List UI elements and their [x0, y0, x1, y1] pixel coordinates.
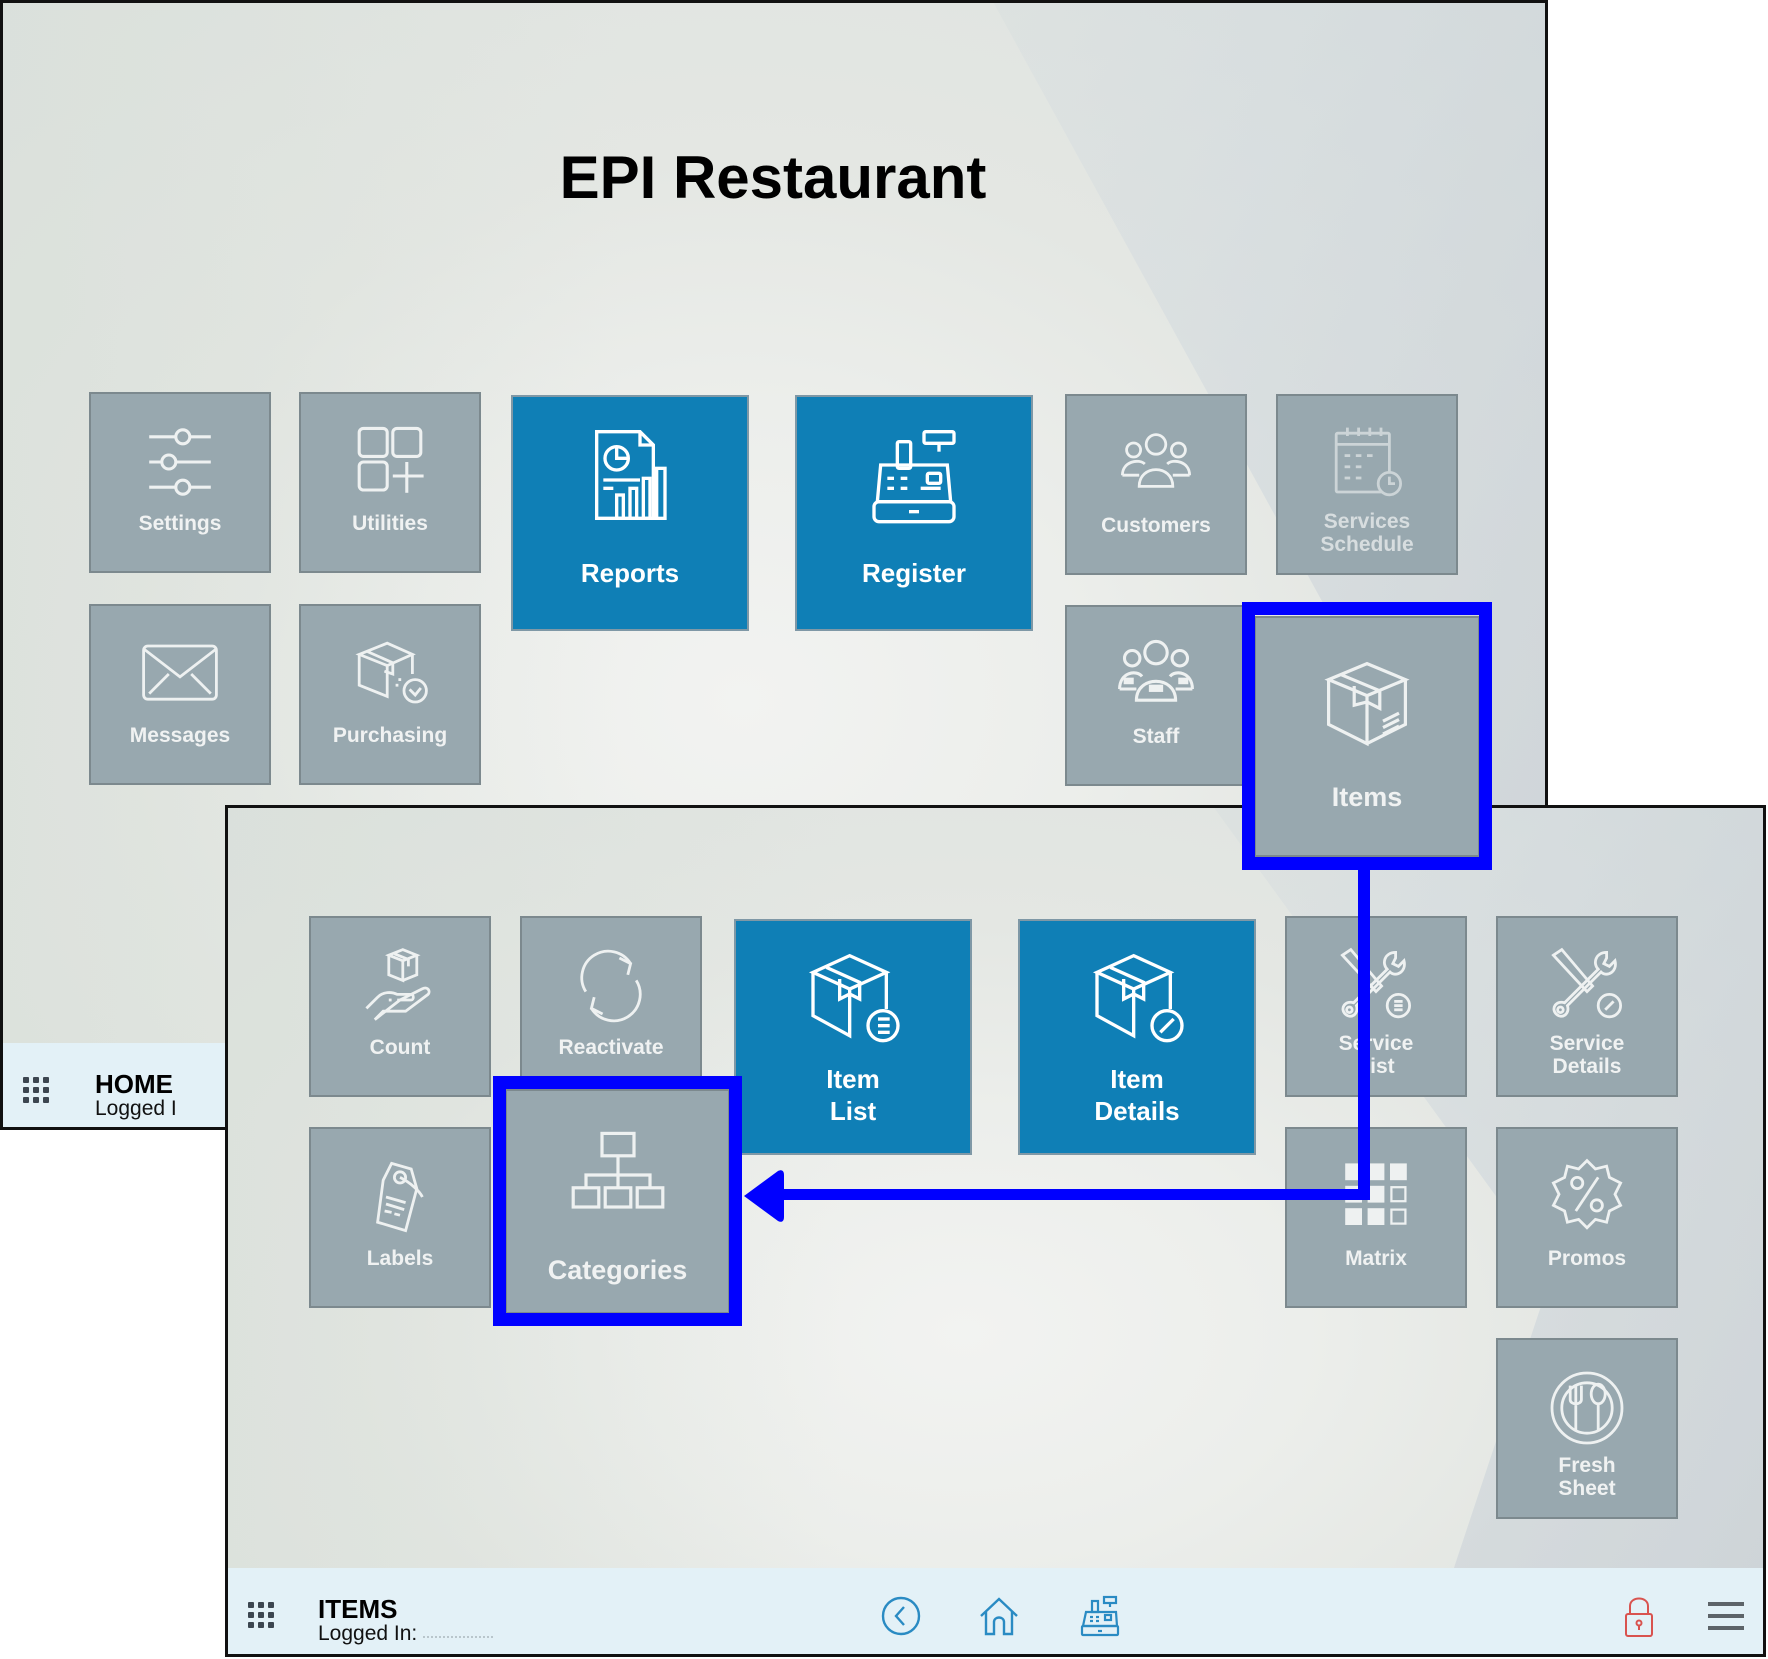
tile-label: Service List	[1338, 1032, 1414, 1078]
box-list-icon	[803, 949, 903, 1049]
items-bottom-bar: ITEMS Logged In:	[228, 1568, 1763, 1654]
calendar-clock-icon	[1325, 422, 1409, 506]
lock-icon[interactable]	[1617, 1594, 1661, 1638]
box-check-icon	[348, 632, 432, 716]
register-icon[interactable]	[1078, 1594, 1122, 1638]
app-title: EPI Restaurant	[559, 144, 987, 211]
tile-label: Messages	[129, 724, 231, 747]
tile-service-list[interactable]: Service List	[1285, 916, 1467, 1097]
tile-label: Register	[861, 558, 967, 588]
customers-group-icon	[1114, 422, 1198, 506]
report-chart-icon	[580, 425, 680, 525]
tile-reports[interactable]: Reports	[511, 395, 749, 631]
connector-line-vertical	[1358, 870, 1370, 1200]
tile-matrix[interactable]: Matrix	[1285, 1127, 1467, 1308]
tile-count[interactable]: Count	[309, 916, 491, 1097]
tile-label: Staff	[1132, 725, 1180, 748]
home-icon[interactable]	[977, 1594, 1021, 1638]
tile-service-details[interactable]: Service Details	[1496, 916, 1678, 1097]
cash-register-icon	[864, 425, 964, 525]
plate-cutlery-icon	[1545, 1366, 1629, 1450]
apps-add-icon	[348, 420, 432, 504]
tools-edit-icon	[1545, 944, 1629, 1028]
tile-label: Customers	[1101, 514, 1211, 537]
tools-list-icon	[1334, 944, 1418, 1028]
connector-line-horizontal	[770, 1189, 1370, 1200]
staff-group-icon	[1114, 633, 1198, 717]
back-icon[interactable]	[879, 1594, 923, 1638]
menu-icon[interactable]	[1704, 1594, 1748, 1638]
apps-grid-icon[interactable]	[23, 1077, 53, 1107]
tile-categories[interactable]: Categories	[505, 1089, 730, 1314]
tile-item-list[interactable]: Item List	[734, 919, 972, 1155]
tile-label: Purchasing	[332, 724, 448, 747]
screen-name: ITEMS	[318, 1594, 398, 1624]
screen-name: HOME	[95, 1069, 173, 1099]
arrowhead-icon	[744, 1170, 784, 1222]
apps-grid-icon[interactable]	[248, 1602, 278, 1632]
tile-label: Fresh Sheet	[1558, 1454, 1616, 1500]
tile-utilities[interactable]: Utilities	[299, 392, 481, 573]
tile-fresh-sheet[interactable]: Fresh Sheet	[1496, 1338, 1678, 1519]
percent-badge-icon	[1545, 1155, 1629, 1239]
tile-label: Categories	[547, 1255, 688, 1285]
tile-label: Promos	[1547, 1247, 1627, 1270]
tile-reactivate[interactable]: Reactivate	[520, 916, 702, 1097]
tile-purchasing[interactable]: Purchasing	[299, 604, 481, 785]
tile-labels[interactable]: Labels	[309, 1127, 491, 1308]
tile-label: Reactivate	[558, 1036, 664, 1059]
hand-box-icon	[358, 944, 442, 1028]
tile-messages[interactable]: Messages	[89, 604, 271, 785]
tile-label: Item Details	[1094, 1064, 1180, 1126]
sliders-icon	[138, 420, 222, 504]
tile-label: Labels	[366, 1247, 434, 1270]
tile-label: Count	[369, 1036, 431, 1059]
tile-label: Items	[1331, 782, 1403, 812]
redacted-username	[423, 1630, 494, 1639]
tile-settings[interactable]: Settings	[89, 392, 271, 573]
logged-in-label: Logged I	[95, 1097, 177, 1120]
logged-in-label: Logged In:	[318, 1622, 418, 1645]
envelope-icon	[138, 632, 222, 716]
tile-label: Service Details	[1549, 1032, 1625, 1078]
hierarchy-icon	[570, 1127, 666, 1223]
tile-staff[interactable]: Staff	[1065, 605, 1247, 786]
tile-customers[interactable]: Customers	[1065, 394, 1247, 575]
tile-label: Item List	[826, 1064, 880, 1126]
tile-promos[interactable]: Promos	[1496, 1127, 1678, 1308]
tile-register[interactable]: Register	[795, 395, 1033, 631]
tile-items[interactable]: Items	[1254, 616, 1480, 857]
refresh-icon	[569, 944, 653, 1028]
tile-label: Matrix	[1345, 1247, 1407, 1270]
tile-label: Services Schedule	[1320, 510, 1414, 556]
tile-services-schedule[interactable]: Services Schedule	[1276, 394, 1458, 575]
tile-item-details[interactable]: Item Details	[1018, 919, 1256, 1155]
box-edit-icon	[1087, 949, 1187, 1049]
tile-label: Utilities	[352, 512, 428, 535]
items-screen-window: Count Reactivate Item List Item Details …	[225, 805, 1766, 1657]
box-icon	[1319, 654, 1415, 750]
tag-icon	[358, 1155, 442, 1239]
tile-label: Reports	[580, 558, 680, 588]
logged-in-row: Logged In:	[318, 1622, 494, 1645]
tile-label: Settings	[138, 512, 222, 535]
